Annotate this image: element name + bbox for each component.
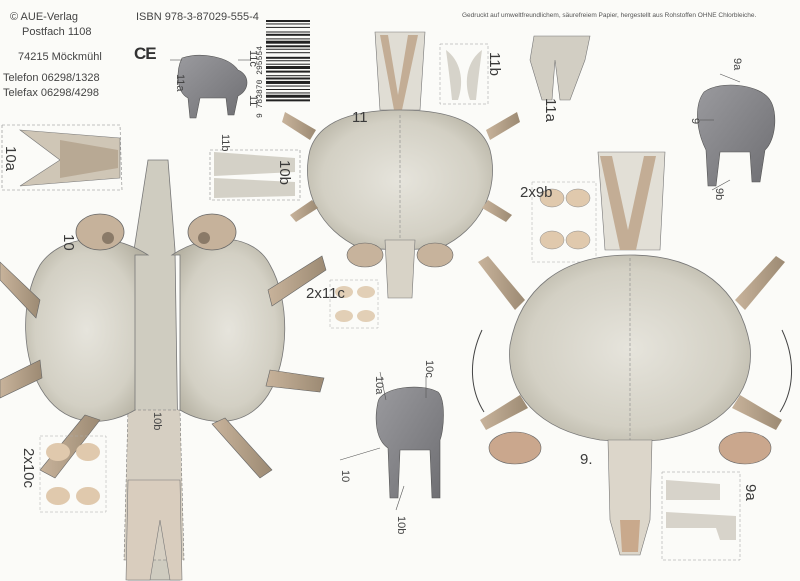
publisher-fax: Telefax 06298/4298 bbox=[3, 87, 100, 99]
label-11-body: 11 bbox=[352, 109, 368, 126]
label-10b-bottom: 10b bbox=[151, 412, 163, 431]
label-11c: 11c bbox=[247, 50, 259, 67]
label-11b: 11b bbox=[486, 52, 503, 76]
publisher-city: 74215 Möckmühl bbox=[18, 51, 102, 63]
part-9a bbox=[661, 471, 741, 561]
ce-mark: CE bbox=[134, 44, 157, 63]
isbn-barcode bbox=[266, 20, 310, 102]
part-10-sheep-pattern bbox=[0, 159, 327, 581]
part-11-sheep-pattern bbox=[282, 31, 520, 299]
label-2x11c: 2x11c bbox=[306, 285, 345, 302]
label-2x10c: 2x10c bbox=[20, 448, 37, 489]
publisher-phone: Telefon 06298/1328 bbox=[3, 72, 100, 84]
grey-sheep-9 bbox=[697, 73, 776, 191]
label-11b-small: 11b bbox=[219, 134, 231, 152]
part-10a bbox=[1, 124, 123, 191]
isbn-text: ISBN 978-3-87029-555-4 bbox=[136, 11, 259, 23]
label-10b: 10b bbox=[276, 160, 293, 186]
label-9a-bottom: 9a bbox=[742, 484, 759, 501]
label-10-small: 10 bbox=[339, 470, 351, 483]
label-10b-small: 10b bbox=[395, 516, 407, 535]
publisher-name: © AUE-Verlag bbox=[10, 11, 79, 23]
label-10a: 10a bbox=[2, 146, 19, 172]
publisher-postbox: Postfach 1108 bbox=[22, 26, 92, 38]
label-9-body: 9. bbox=[580, 451, 593, 468]
label-10c: 10c bbox=[423, 360, 435, 378]
label-9: 9 bbox=[689, 118, 701, 125]
part-11a bbox=[529, 35, 591, 101]
label-10a-small: 10a bbox=[373, 376, 385, 395]
grey-sheep-10 bbox=[339, 371, 444, 511]
label-2x9b: 2x9b bbox=[520, 184, 553, 201]
label-9b: 9b bbox=[713, 188, 725, 201]
label-11a: 11a bbox=[174, 74, 186, 92]
part-11b bbox=[439, 43, 489, 105]
label-10: 10 bbox=[60, 234, 77, 251]
cutout-artwork bbox=[0, 20, 792, 581]
paper-note: Gedruckt auf umweltfreundlichem, säurefr… bbox=[462, 12, 757, 19]
label-11a-right: 11a bbox=[542, 98, 559, 122]
label-9a-top: 9a bbox=[731, 58, 743, 71]
craft-sheet: © AUE-Verlag Postfach 1108 74215 Möckmüh… bbox=[0, 0, 800, 581]
label-11-small: 11 bbox=[247, 95, 259, 107]
